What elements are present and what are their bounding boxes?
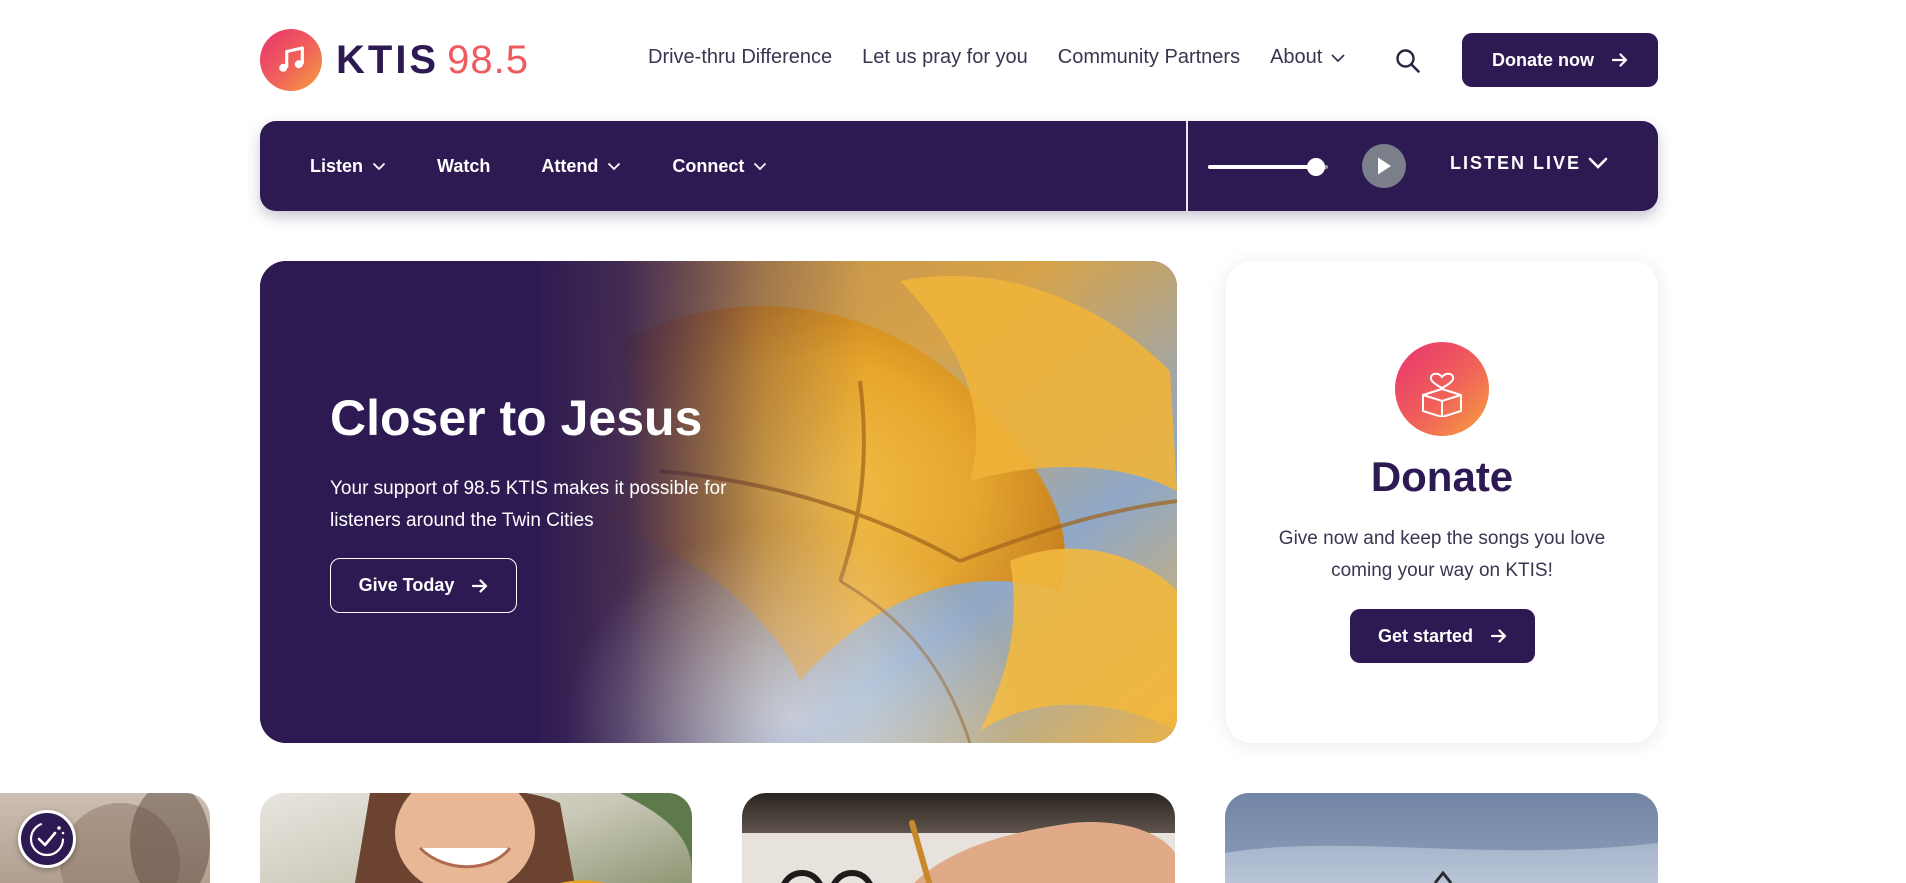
accessibility-button[interactable] [18,810,76,868]
nav-community-partners[interactable]: Community Partners [1058,46,1240,69]
volume-slider[interactable] [1208,158,1328,176]
get-started-label: Get started [1377,625,1474,646]
menu-listen-label: Listen [310,155,364,176]
hero-description: Your support of 98.5 KTIS makes it possi… [330,478,727,531]
logo-frequency: 98.5 [447,38,529,82]
content-card-woman-smiling[interactable] [260,793,692,883]
content-card-sky-horizon[interactable] [1225,793,1658,883]
donation-box-heart-icon [1395,342,1489,436]
nav-let-us-pray[interactable]: Let us pray for you [862,46,1028,69]
chevron-down-icon [608,162,621,170]
donate-now-button[interactable]: Donate now [1462,33,1658,87]
main-navigation-bar: Listen Watch Attend Connect LISTEN LIVE [260,121,1658,211]
volume-slider-handle[interactable] [1307,158,1325,176]
volume-slider-fill [1208,165,1316,169]
menu-listen[interactable]: Listen [310,156,386,177]
arrow-right-icon [1491,629,1507,643]
menu-attend[interactable]: Attend [541,156,621,177]
chevron-down-icon [754,162,767,170]
nav-drive-thru-difference[interactable]: Drive-thru Difference [648,46,832,69]
nav-divider [1186,121,1188,211]
give-today-button[interactable]: Give Today [330,558,517,613]
give-today-label: Give Today [358,575,455,595]
logo-wordmark: KTIS 98.5 [336,40,529,80]
site-logo[interactable]: KTIS 98.5 [260,29,529,91]
content-card-writing-hands[interactable] [742,793,1175,883]
play-button[interactable] [1362,144,1406,188]
search-button[interactable] [1394,47,1422,75]
arrow-right-icon [472,578,488,593]
menu-watch[interactable]: Watch [437,156,490,177]
top-navigation: Drive-thru Difference Let us pray for yo… [648,46,1376,69]
card-image [742,820,1175,883]
arrow-right-icon [1612,53,1628,67]
nav-about[interactable]: About [1270,46,1346,69]
chevron-down-icon[interactable] [1588,157,1608,170]
play-icon [1378,157,1391,175]
accessibility-check-icon [29,821,65,857]
chevron-down-icon [1331,53,1345,62]
donate-now-label: Donate now [1492,49,1594,70]
logo-brand: KTIS [336,38,440,82]
chevron-down-icon [372,162,386,170]
search-icon [1396,49,1420,73]
music-note-icon [260,29,322,91]
menu-connect[interactable]: Connect [672,156,767,177]
menu-connect-label: Connect [672,155,745,176]
card-image [355,793,692,883]
donate-heading: Donate [1370,453,1514,500]
listen-live-label[interactable]: LISTEN LIVE [1450,153,1581,174]
get-started-button[interactable]: Get started [1350,609,1535,663]
hero-banner: Closer to Jesus Your support of 98.5 KTI… [260,261,1177,743]
hero-title: Closer to Jesus [330,390,703,446]
donate-description: Give now and keep the songs you love com… [1278,528,1606,581]
menu-attend-label: Attend [541,155,599,176]
menu-watch-label: Watch [437,155,491,176]
main-menu: Listen Watch Attend Connect [310,121,818,211]
nav-about-label: About [1270,46,1323,68]
donate-card: Donate Give now and keep the songs you l… [1226,261,1658,743]
card-image [1225,793,1658,883]
